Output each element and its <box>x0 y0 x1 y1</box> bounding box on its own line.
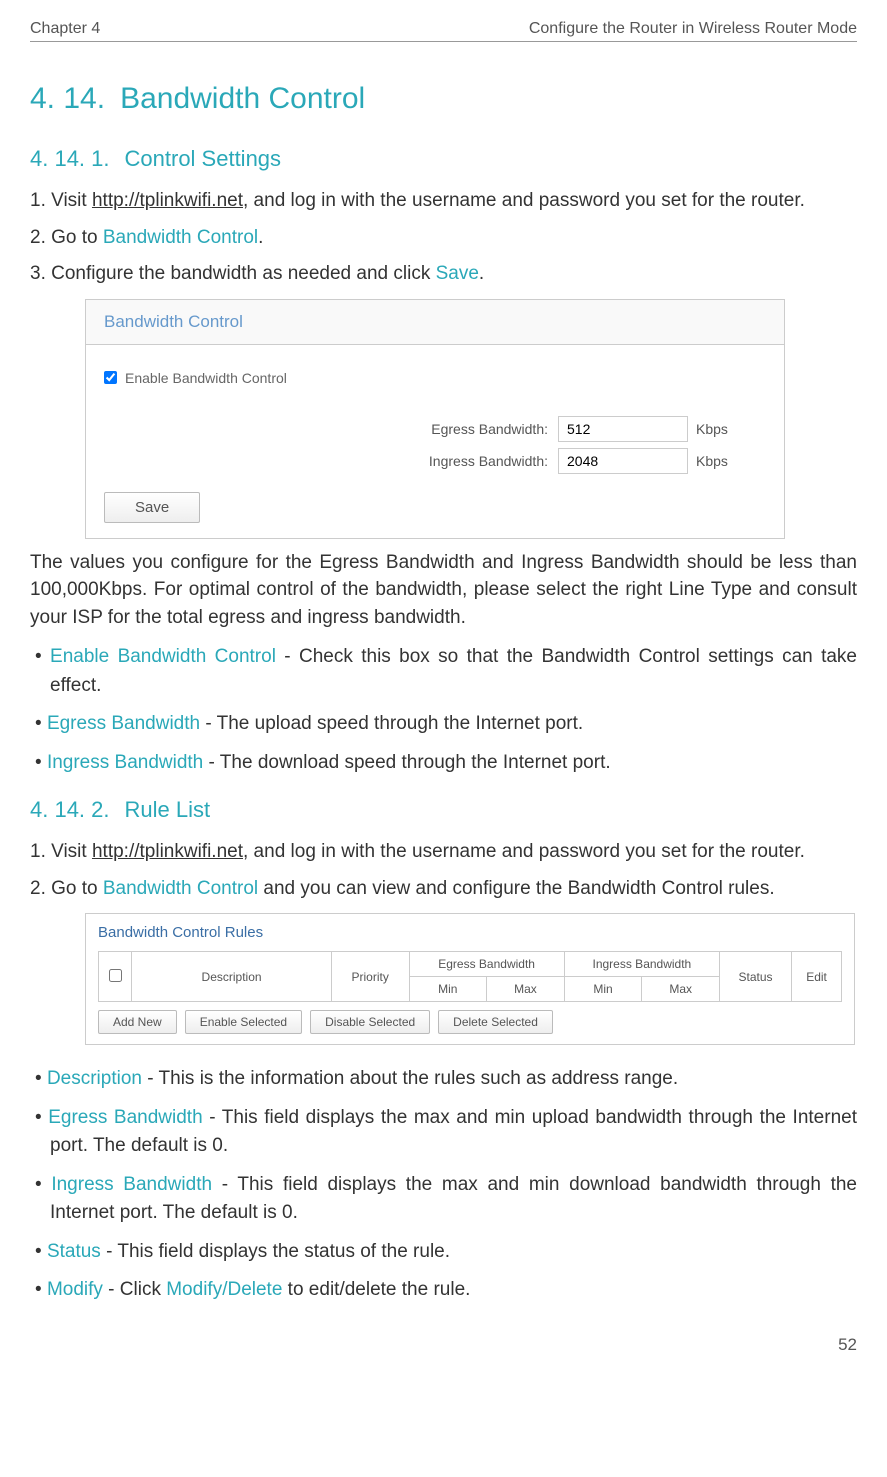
bandwidth-control-panel: Bandwidth Control Enable Bandwidth Contr… <box>85 299 785 539</box>
step-1: 1. Visit http://tplinkwifi.net, and log … <box>30 187 857 216</box>
h2-title: Control Settings <box>125 146 282 171</box>
rules-panel-title: Bandwidth Control Rules <box>98 924 842 941</box>
ingress-label: Ingress Bandwidth: <box>348 453 548 469</box>
egress-unit: Kbps <box>696 421 736 437</box>
bullet-enable-bw: Enable Bandwidth Control - Check this bo… <box>30 643 857 700</box>
step-2: 2. Go to Bandwidth Control. <box>30 224 857 253</box>
bandwidth-control-ref: Bandwidth Control <box>103 227 258 248</box>
table-header-row: Description Priority Egress Bandwidth In… <box>99 952 842 977</box>
chapter-label: Chapter 4 <box>30 20 100 38</box>
delete-selected-button[interactable]: Delete Selected <box>438 1010 553 1034</box>
tplink-url-link[interactable]: http://tplinkwifi.net <box>92 190 243 211</box>
egress-header: Egress Bandwidth <box>409 952 564 977</box>
h1-title: Bandwidth Control <box>120 82 365 115</box>
rules-table: Description Priority Egress Bandwidth In… <box>98 951 842 1002</box>
egress-min-header: Min <box>409 977 487 1002</box>
heading-1: 4. 14. Bandwidth Control <box>30 82 857 116</box>
enable-selected-button[interactable]: Enable Selected <box>185 1010 302 1034</box>
description-header: Description <box>132 952 332 1002</box>
page-number: 52 <box>30 1335 857 1355</box>
bandwidth-rules-panel: Bandwidth Control Rules Description Prio… <box>85 913 855 1045</box>
save-ref: Save <box>436 263 479 284</box>
egress-row: Egress Bandwidth: Kbps <box>104 416 766 442</box>
bullet-egress: Egress Bandwidth - The upload speed thro… <box>30 710 857 739</box>
enable-bandwidth-checkbox-row: Enable Bandwidth Control <box>104 370 766 386</box>
h2-title: Rule List <box>125 797 211 822</box>
h1-number: 4. 14. <box>30 82 105 115</box>
bandwidth-control-ref: Bandwidth Control <box>103 878 258 899</box>
panel-title: Bandwidth Control <box>86 300 784 345</box>
heading-2-rule-list: 4. 14. 2. Rule List <box>30 797 857 823</box>
step-2b: 2. Go to Bandwidth Control and you can v… <box>30 875 857 904</box>
tplink-url-link[interactable]: http://tplinkwifi.net <box>92 841 243 862</box>
ingress-row: Ingress Bandwidth: Kbps <box>104 448 766 474</box>
egress-max-header: Max <box>487 977 565 1002</box>
bullet-description: Description - This is the information ab… <box>30 1065 857 1094</box>
table-button-row: Add New Enable Selected Disable Selected… <box>98 1010 842 1034</box>
bullet-status: Status - This field displays the status … <box>30 1238 857 1267</box>
enable-bandwidth-checkbox[interactable] <box>104 371 117 384</box>
step-3: 3. Configure the bandwidth as needed and… <box>30 260 857 289</box>
step-1b: 1. Visit http://tplinkwifi.net, and log … <box>30 838 857 867</box>
status-header: Status <box>720 952 792 1002</box>
bullet-ingress: Ingress Bandwidth - The download speed t… <box>30 749 857 778</box>
egress-input[interactable] <box>558 416 688 442</box>
disable-selected-button[interactable]: Disable Selected <box>310 1010 430 1034</box>
priority-header: Priority <box>331 952 409 1002</box>
page-header: Chapter 4 Configure the Router in Wirele… <box>30 20 857 42</box>
ingress-min-header: Min <box>564 977 642 1002</box>
ingress-input[interactable] <box>558 448 688 474</box>
note-paragraph: The values you configure for the Egress … <box>30 549 857 632</box>
edit-header: Edit <box>792 952 842 1002</box>
bullet-ingress-bw: Ingress Bandwidth - This field displays … <box>30 1171 857 1228</box>
ingress-max-header: Max <box>642 977 720 1002</box>
select-all-checkbox[interactable] <box>109 969 122 982</box>
h2-number: 4. 14. 2. <box>30 797 110 822</box>
checkbox-header <box>99 952 132 1002</box>
bullet-modify: Modify - Click Modify/Delete to edit/del… <box>30 1276 857 1305</box>
ingress-unit: Kbps <box>696 453 736 469</box>
ingress-header: Ingress Bandwidth <box>564 952 719 977</box>
add-new-button[interactable]: Add New <box>98 1010 177 1034</box>
modify-delete-ref: Modify/Delete <box>166 1279 282 1300</box>
egress-label: Egress Bandwidth: <box>348 421 548 437</box>
save-button[interactable]: Save <box>104 492 200 523</box>
enable-bandwidth-label: Enable Bandwidth Control <box>125 370 287 386</box>
heading-2-control-settings: 4. 14. 1. Control Settings <box>30 146 857 172</box>
h2-number: 4. 14. 1. <box>30 146 110 171</box>
header-title: Configure the Router in Wireless Router … <box>529 20 857 38</box>
bullet-egress-bw: Egress Bandwidth - This field displays t… <box>30 1104 857 1161</box>
